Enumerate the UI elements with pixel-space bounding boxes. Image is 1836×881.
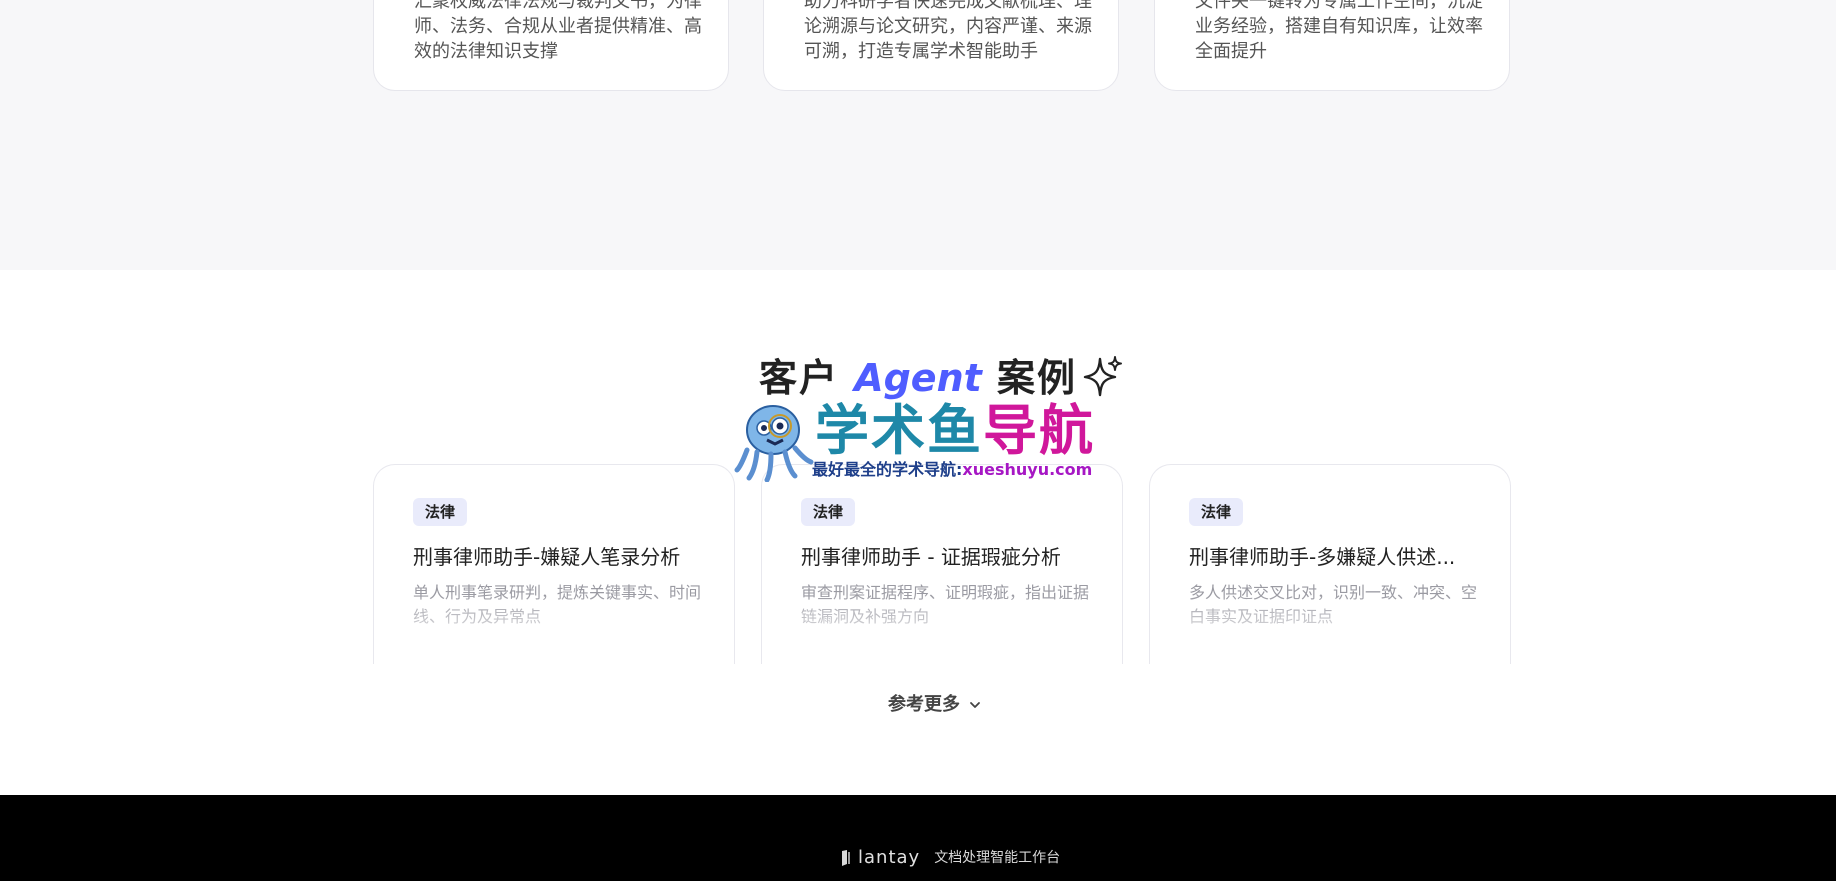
case-tag: 法律	[413, 498, 468, 526]
footer-brand: lantay	[858, 847, 921, 868]
watermark-sub-part2: xueshuyu.com	[962, 460, 1093, 479]
footer-slogan: 文档处理智能工作台	[934, 850, 1061, 866]
sparkle-icon	[1083, 356, 1122, 397]
chevron-down-icon	[970, 702, 980, 708]
case-tag: 法律	[801, 498, 856, 526]
footer-logo[interactable]: lantay 文档处理智能工作台	[840, 847, 1060, 869]
feature-card-text: 汇聚权威法律法规与裁判文书，为律师、法务、合规从业者提供精准、高效的法律知识支撑	[414, 0, 702, 62]
card-fade-overlay	[1150, 594, 1510, 664]
case-title: 刑事律师助手-多嫌疑人供述...	[1189, 545, 1456, 569]
card-fade-overlay	[762, 594, 1122, 664]
case-title: 刑事律师助手 - 证据瑕疵分析	[801, 545, 1061, 569]
lantay-logo-icon	[842, 850, 850, 866]
case-tag: 法律	[1189, 498, 1244, 526]
feature-card-text: 文件夹一键转为专属工作空间，沉淀业务经验，搭建自有知识库，让效率全面提升	[1195, 0, 1483, 62]
case-card[interactable]: 法律 刑事律师助手 - 证据瑕疵分析 审查刑案证据程序、证明瑕疵，指出证据链漏洞…	[761, 464, 1123, 664]
case-card[interactable]: 法律 刑事律师助手-嫌疑人笔录分析 单人刑事笔录研判，提炼关键事实、时间线、行为…	[373, 464, 735, 664]
feature-card-workspace[interactable]: 文件夹一键转为专属工作空间，沉淀业务经验，搭建自有知识库，让效率全面提升	[1154, 0, 1510, 91]
watermark-subtitle: 最好最全的学术导航:xueshuyu.com	[812, 460, 1092, 480]
feature-card-academic[interactable]: 助力科研学者快速完成文献梳理、理论溯源与论文研究，内容严谨、来源可溯，打造专属学…	[763, 0, 1119, 91]
see-more-label: 参考更多	[888, 694, 960, 715]
feature-card-text: 助力科研学者快速完成文献梳理、理论溯源与论文研究，内容严谨、来源可溯，打造专属学…	[804, 0, 1092, 62]
section-title-accent: Agent	[854, 356, 982, 400]
section-title-suffix: 案例	[997, 356, 1078, 400]
feature-card-law[interactable]: 汇聚权威法律法规与裁判文书，为律师、法务、合规从业者提供精准、高效的法律知识支撑	[373, 0, 729, 91]
card-fade-overlay	[374, 594, 734, 664]
section-title: 客户 Agent 案例	[0, 352, 1836, 404]
page: 汇聚权威法律法规与裁判文书，为律师、法务、合规从业者提供精准、高效的法律知识支撑…	[0, 0, 1836, 881]
features-section: 汇聚权威法律法规与裁判文书，为律师、法务、合规从业者提供精准、高效的法律知识支撑…	[0, 0, 1836, 270]
watermark-name-part1: 学术鱼	[815, 399, 983, 462]
case-title: 刑事律师助手-嫌疑人笔录分析	[413, 545, 681, 569]
see-more-button[interactable]: 参考更多	[888, 690, 982, 720]
watermark-sub-part1: 最好最全的学术导航:	[812, 460, 963, 479]
watermark-name-part2: 导航	[983, 399, 1095, 462]
watermark-name: 学术鱼导航	[815, 400, 1095, 462]
case-card[interactable]: 法律 刑事律师助手-多嫌疑人供述... 多人供述交叉比对，识别一致、冲突、空白事…	[1149, 464, 1511, 664]
section-title-prefix: 客户	[758, 356, 839, 400]
footer: lantay 文档处理智能工作台	[0, 795, 1836, 881]
